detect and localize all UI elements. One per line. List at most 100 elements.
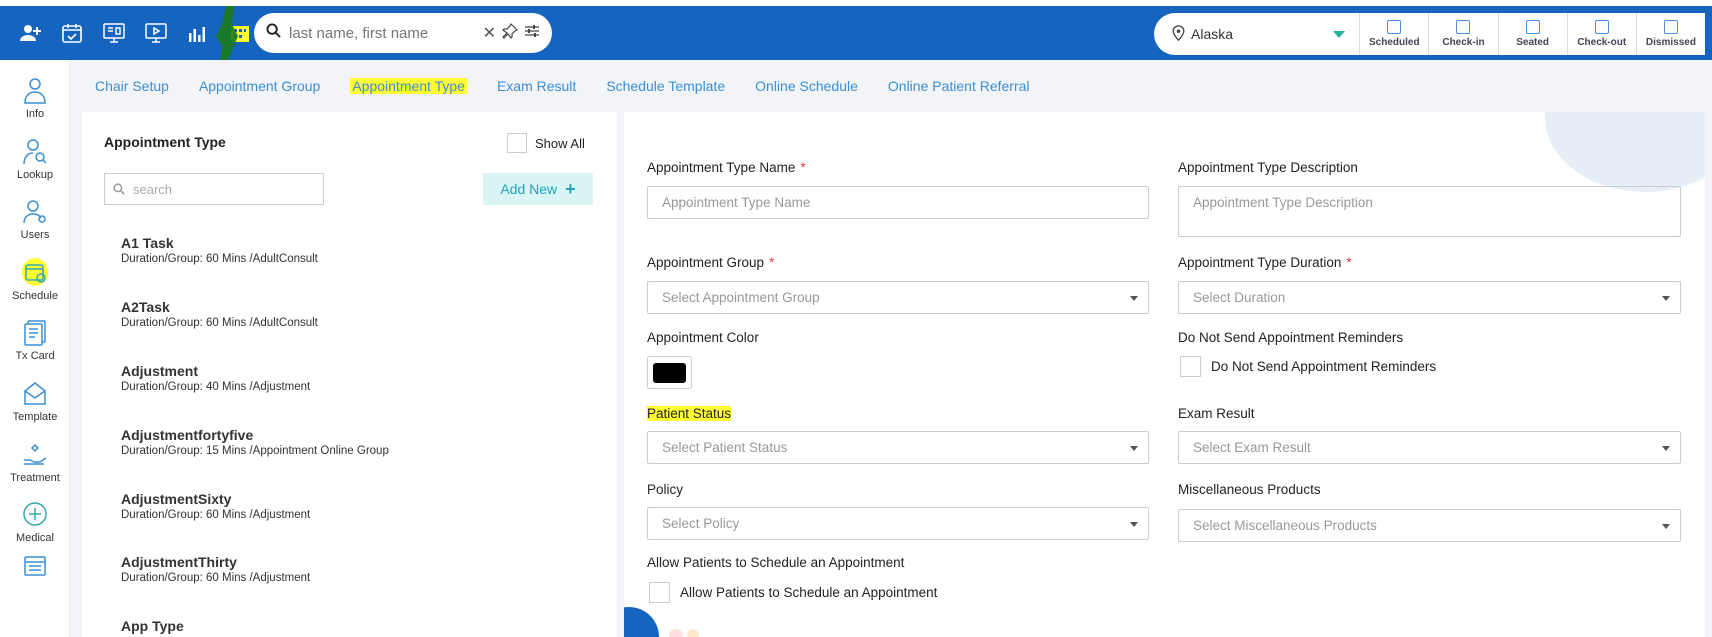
type-name-label: Appointment Type Name * — [647, 160, 806, 175]
location-name: Alaska — [1191, 26, 1234, 42]
checkbox[interactable] — [649, 582, 670, 603]
sidebar-item-info[interactable]: Info — [0, 60, 70, 120]
checkbox[interactable] — [1180, 356, 1201, 377]
list-item[interactable]: Adjustmentfortyfive Duration/Group: 15 M… — [121, 427, 541, 457]
type-description-textarea[interactable]: Appointment Type Description — [1178, 186, 1681, 237]
chevron-down-icon[interactable] — [1333, 30, 1346, 38]
status-dismissed[interactable]: Dismissed — [1635, 13, 1705, 55]
tab-online-schedule[interactable]: Online Schedule — [755, 78, 858, 94]
sidebar-item-users[interactable]: Users — [0, 181, 70, 241]
card-list-icon — [22, 318, 48, 346]
close-icon[interactable]: ✕ — [483, 23, 496, 44]
sidebar-item-more[interactable] — [0, 544, 70, 584]
exam-result-select[interactable]: Select Exam Result — [1178, 431, 1681, 464]
calendar-icon — [1387, 20, 1402, 34]
sidebar-item-lookup[interactable]: Lookup — [0, 121, 70, 181]
duration-select[interactable]: Select Duration — [1178, 281, 1681, 314]
status-check-in[interactable]: Check-in — [1428, 13, 1497, 55]
duration-label: Appointment Type Duration * — [1178, 255, 1352, 270]
location-selector[interactable]: Alaska — [1154, 24, 1323, 44]
patient-search-input[interactable] — [289, 24, 479, 42]
appointment-group-select[interactable]: Select Appointment Group — [647, 281, 1149, 314]
status-seated[interactable]: Seated — [1497, 13, 1567, 55]
plus-icon: + — [565, 178, 576, 199]
list-item[interactable]: A1 Task Duration/Group: 60 Mins /AdultCo… — [121, 235, 541, 265]
envelope-icon — [22, 379, 48, 407]
user-icon — [22, 197, 48, 225]
checkbox[interactable] — [507, 133, 527, 153]
list-item[interactable]: A2Task Duration/Group: 60 Mins /AdultCon… — [121, 299, 541, 329]
type-name-input[interactable]: Appointment Type Name — [647, 186, 1149, 219]
tab-online-patient-referral[interactable]: Online Patient Referral — [888, 78, 1030, 94]
sidebar-item-treatment[interactable]: Treatment — [0, 424, 70, 484]
misc-products-select[interactable]: Select Miscellaneous Products — [1178, 509, 1681, 542]
left-sidebar: Info Lookup Users Schedule Tx Card Templ… — [0, 60, 70, 637]
window-list-icon — [22, 552, 48, 580]
appointment-type-list-panel: Appointment Type Show All search Add New… — [82, 112, 617, 637]
seat-icon — [1525, 20, 1540, 34]
list-item[interactable]: App Type — [121, 618, 541, 634]
list-item[interactable]: Adjustment Duration/Group: 40 Mins /Adju… — [121, 363, 541, 393]
list-title: Appointment Type — [104, 134, 226, 150]
show-all-checkbox[interactable]: Show All — [507, 133, 585, 153]
monitor-play-icon[interactable] — [142, 20, 170, 46]
sidebar-item-schedule[interactable]: Schedule — [0, 242, 70, 302]
calendar-icon — [1456, 20, 1471, 34]
policy-select[interactable]: Select Policy — [647, 507, 1149, 540]
calendar-check-icon[interactable] — [58, 20, 86, 46]
list-search-input[interactable]: search — [104, 173, 324, 205]
list-item[interactable]: AdjustmentThirty Duration/Group: 60 Mins… — [121, 554, 541, 584]
appointment-color-label: Appointment Color — [647, 330, 759, 345]
type-description-label: Appointment Type Description — [1178, 160, 1358, 175]
highlight-mark-icon — [216, 6, 238, 62]
map-pin-icon — [1172, 24, 1185, 44]
add-user-icon[interactable] — [16, 20, 44, 46]
person-search-icon — [22, 137, 48, 165]
tab-exam-result[interactable]: Exam Result — [497, 78, 576, 94]
list-item[interactable]: AdjustmentSixty Duration/Group: 60 Mins … — [121, 491, 541, 521]
status-check-out[interactable]: Check-out — [1566, 13, 1636, 55]
patient-search[interactable]: ✕ — [254, 13, 552, 53]
tab-schedule-template[interactable]: Schedule Template — [606, 78, 725, 94]
policy-label: Policy — [647, 482, 684, 497]
allow-schedule-label: Allow Patients to Schedule an Appointmen… — [647, 555, 905, 570]
sidebar-item-tx-card[interactable]: Tx Card — [0, 302, 70, 362]
tab-chair-setup[interactable]: Chair Setup — [95, 78, 169, 94]
sidebar-item-medical[interactable]: Medical — [0, 484, 70, 544]
add-new-button[interactable]: Add New + — [483, 173, 593, 205]
location-status-panel: Alaska Scheduled Check-in Seated Check-o… — [1154, 13, 1705, 55]
patient-status-label: Patient Status — [647, 406, 732, 421]
calendar-icon — [22, 258, 48, 286]
medical-cross-icon — [22, 500, 48, 528]
hand-care-icon — [22, 440, 48, 468]
search-icon — [113, 183, 125, 195]
appointment-type-form: Appointment Type Name * Appointment Type … — [624, 112, 1705, 637]
tab-appointment-type[interactable]: Appointment Type — [350, 78, 467, 94]
filter-sliders-icon[interactable] — [524, 23, 540, 44]
allow-schedule-checkbox[interactable]: Allow Patients to Schedule an Appointmen… — [649, 582, 937, 603]
reminders-checkbox[interactable]: Do Not Send Appointment Reminders — [1180, 356, 1436, 377]
calendar-icon — [1663, 20, 1678, 34]
exam-result-label: Exam Result — [1178, 406, 1255, 421]
top-bar: ✕ Alaska Scheduled Check-in Seated Check… — [0, 6, 1712, 62]
reminders-label: Do Not Send Appointment Reminders — [1178, 330, 1404, 345]
misc-products-label: Miscellaneous Products — [1178, 482, 1321, 497]
sidebar-item-template[interactable]: Template — [0, 363, 70, 423]
person-icon — [22, 76, 48, 104]
bar-chart-icon[interactable] — [184, 20, 212, 46]
pin-icon[interactable] — [502, 22, 519, 44]
decorative-shape — [669, 629, 683, 637]
decorative-shape — [1545, 112, 1705, 192]
settings-tabs: Chair Setup Appointment Group Appointmen… — [95, 78, 1060, 94]
status-scheduled[interactable]: Scheduled — [1359, 13, 1428, 55]
patient-status-select[interactable]: Select Patient Status — [647, 431, 1149, 464]
calendar-icon — [1594, 20, 1609, 34]
decorative-shape — [624, 607, 659, 637]
appointment-group-label: Appointment Group * — [647, 255, 775, 270]
search-icon — [266, 23, 281, 43]
appointment-color-picker[interactable] — [647, 356, 692, 389]
decorative-shape — [687, 629, 699, 637]
tab-appointment-group[interactable]: Appointment Group — [199, 78, 320, 94]
color-swatch — [653, 362, 686, 383]
dashboard-icon[interactable] — [100, 20, 128, 46]
